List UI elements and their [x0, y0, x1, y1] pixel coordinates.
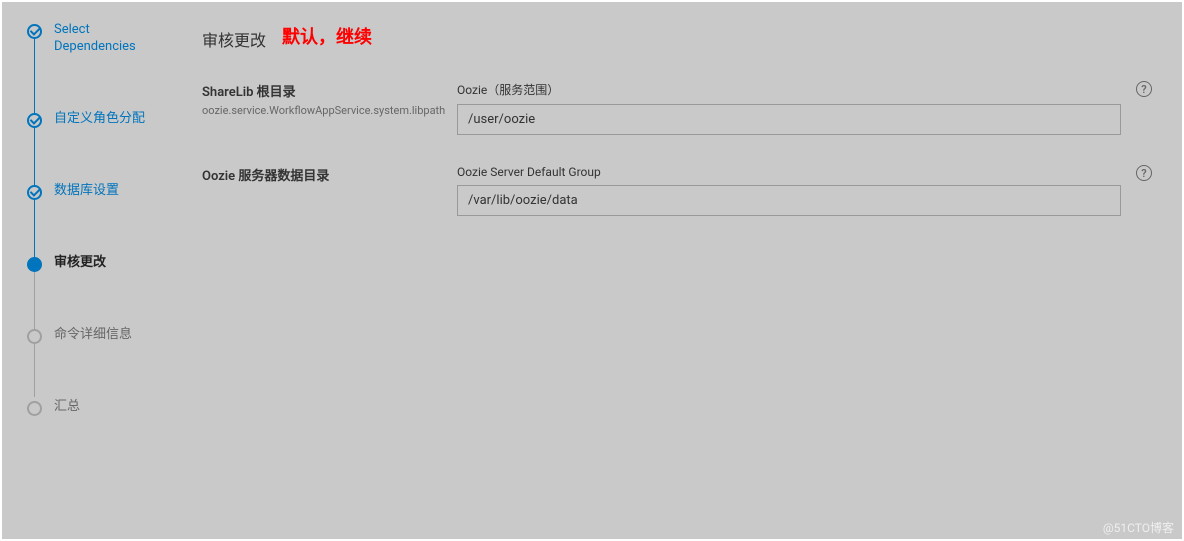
step-custom-role[interactable]: 自定义角色分配: [27, 111, 187, 128]
config-label: Oozie 服务器数据目录: [202, 165, 457, 184]
config-row-oozie-data: Oozie 服务器数据目录 Oozie Server Default Group…: [202, 165, 1152, 216]
content-area: 审核更改 默认，继续 ShareLib 根目录 oozie.service.Wo…: [187, 2, 1182, 539]
check-icon: [27, 185, 42, 200]
circle-empty-icon: [27, 329, 42, 344]
circle-filled-icon: [27, 257, 42, 272]
watermark: @51CTO博客: [1103, 519, 1174, 536]
help-icon[interactable]: ?: [1136, 81, 1152, 97]
config-label: ShareLib 根目录: [202, 81, 457, 100]
config-row-sharelib: ShareLib 根目录 oozie.service.WorkflowAppSe…: [202, 81, 1152, 135]
check-icon: [27, 113, 42, 128]
oozie-data-dir-input[interactable]: [457, 185, 1121, 216]
step-label: 审核更改: [54, 255, 106, 272]
help-icon[interactable]: ?: [1136, 165, 1152, 181]
step-label: Select Dependencies: [54, 22, 136, 56]
step-label: 命令详细信息: [54, 327, 132, 344]
step-database-settings[interactable]: 数据库设置: [27, 183, 187, 200]
step-select-dependencies[interactable]: Select Dependencies: [27, 22, 187, 56]
page-title: 审核更改 默认，继续: [202, 27, 1152, 51]
config-subtext: oozie.service.WorkflowAppService.system.…: [202, 104, 457, 117]
field-label: Oozie Server Default Group: [457, 165, 1121, 179]
check-icon: [27, 24, 42, 39]
step-label: 数据库设置: [54, 183, 119, 200]
field-label: Oozie（服务范围）: [457, 81, 1121, 98]
sharelib-root-input[interactable]: [457, 104, 1121, 135]
circle-empty-icon: [27, 401, 42, 416]
step-summary[interactable]: 汇总: [27, 399, 187, 416]
page-title-text: 审核更改: [202, 31, 266, 50]
step-review-changes[interactable]: 审核更改: [27, 255, 187, 272]
wizard-sidebar: Select Dependencies 自定义角色分配 数据库设置 审核更改 命: [2, 2, 187, 539]
step-label: 汇总: [54, 399, 80, 416]
step-label: 自定义角色分配: [54, 111, 145, 128]
annotation-text: 默认，继续: [282, 23, 372, 49]
step-command-details[interactable]: 命令详细信息: [27, 327, 187, 344]
